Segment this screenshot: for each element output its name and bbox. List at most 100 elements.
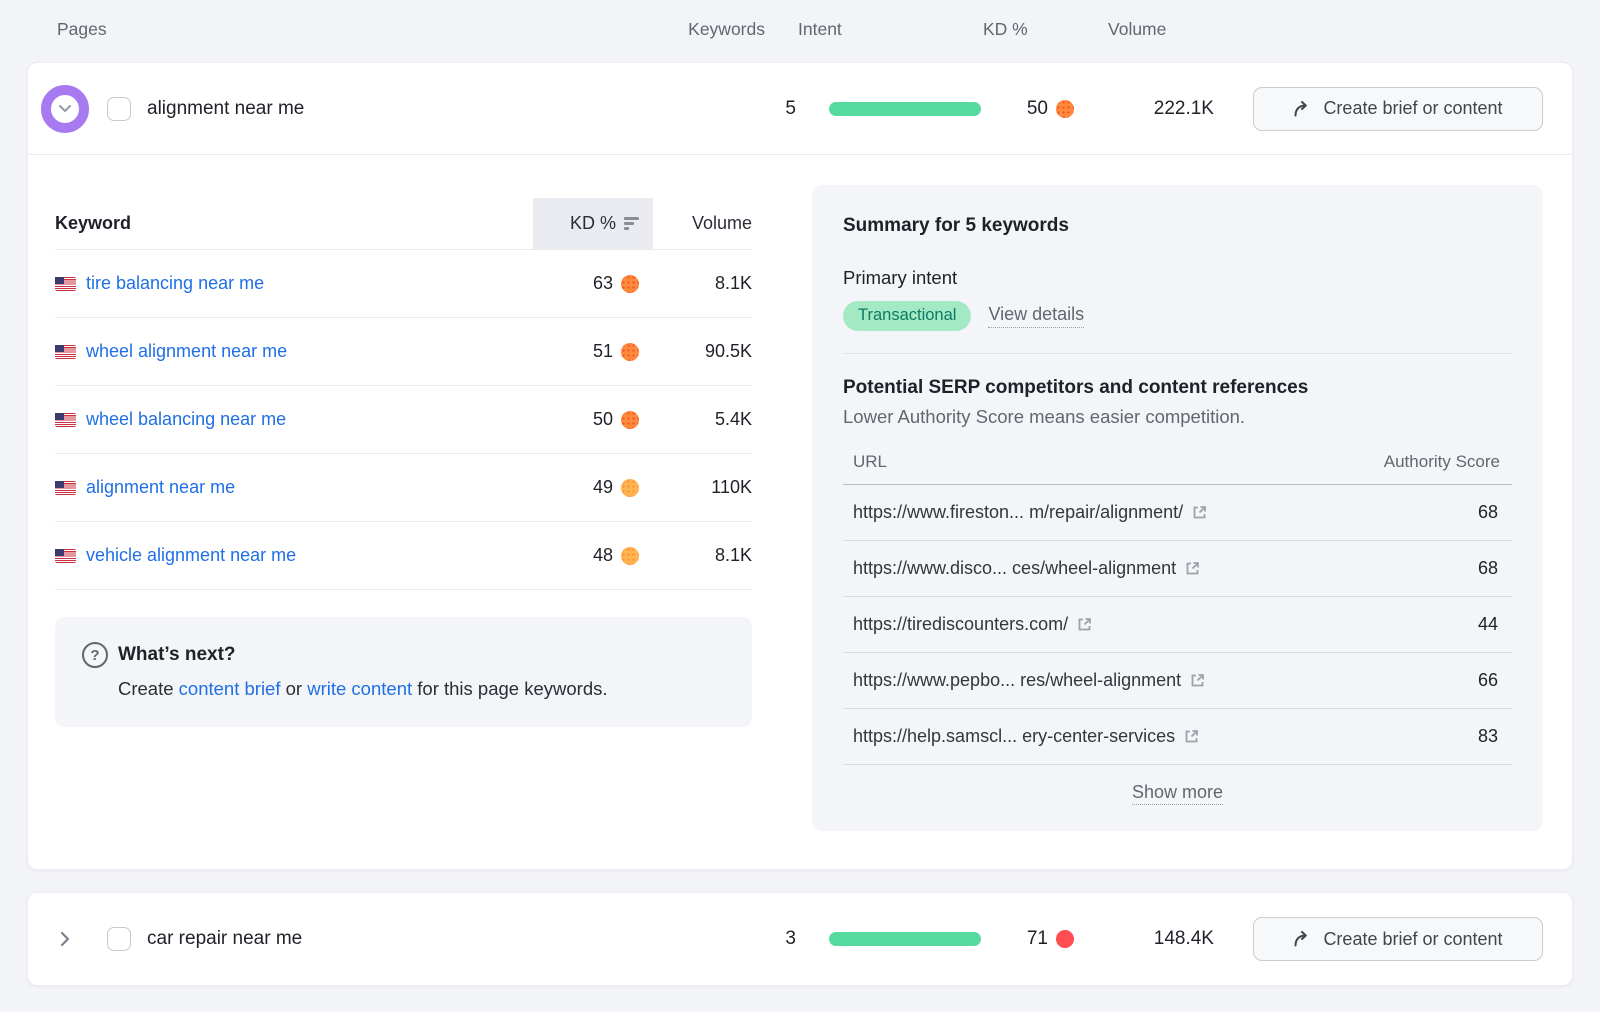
page-row-car-repair-near-me[interactable]: car repair near me 3 71 148.4K Create br…: [28, 893, 1572, 985]
competitor-row: https://www.disco... ces/wheel-alignment…: [843, 541, 1512, 597]
content-brief-link[interactable]: content brief: [179, 678, 281, 699]
competitors-title: Potential SERP competitors and content r…: [843, 377, 1512, 399]
expanded-detail-area: Keyword KD % Volume tire balancing near …: [28, 155, 1572, 867]
authority-score: 44: [1478, 614, 1498, 635]
score-column-label: Authority Score: [1384, 452, 1500, 472]
kd-difficulty-dot: [621, 275, 639, 293]
redirect-arrow-icon: [1293, 931, 1312, 947]
us-flag-icon: [55, 345, 76, 359]
summary-divider: [843, 353, 1512, 354]
collapse-row-button[interactable]: [41, 85, 89, 133]
page-name: car repair near me: [147, 928, 702, 950]
row-checkbox[interactable]: [107, 97, 131, 121]
url-column-label: URL: [853, 452, 887, 472]
competitor-url: https://www.fireston... m/repair/alignme…: [853, 502, 1183, 523]
table-column-header: Pages Keywords Intent KD % Volume: [0, 0, 1600, 62]
kd-sort-header[interactable]: KD %: [533, 198, 653, 249]
volume-value: 5.4K: [653, 409, 752, 430]
column-kd: KD %: [983, 19, 1028, 40]
kd-difficulty-dot: [1056, 930, 1074, 948]
competitor-row: https://www.pepbo... res/wheel-alignment…: [843, 653, 1512, 709]
create-brief-label: Create brief or content: [1323, 929, 1502, 950]
volume-value: 8.1K: [653, 273, 752, 294]
keyword-table: Keyword KD % Volume tire balancing near …: [55, 198, 752, 831]
kd-value: 50: [593, 409, 613, 430]
external-link-icon[interactable]: [1184, 729, 1199, 744]
keyword-row: tire balancing near me 63 8.1K: [55, 250, 752, 318]
column-volume: Volume: [1108, 19, 1166, 40]
keyword-link[interactable]: wheel alignment near me: [86, 341, 287, 362]
competitor-row: https://tirediscounters.com/ 44: [843, 597, 1512, 653]
whats-next-title: What’s next?: [118, 644, 236, 666]
kd-difficulty-dot: [621, 411, 639, 429]
competitor-row: https://www.fireston... m/repair/alignme…: [843, 485, 1512, 541]
column-intent: Intent: [798, 19, 842, 40]
keywords-count: 3: [702, 928, 796, 950]
chevron-down-icon: [58, 104, 72, 113]
whats-next-suffix: for this page keywords.: [412, 678, 607, 699]
external-link-icon[interactable]: [1190, 673, 1205, 688]
page-row-alignment-near-me[interactable]: alignment near me 5 50 222.1K Create bri…: [28, 63, 1572, 155]
whats-next-text: Create content brief or write content fo…: [118, 678, 732, 700]
volume-value: 148.4K: [1074, 928, 1214, 950]
us-flag-icon: [55, 481, 76, 495]
kd-difficulty-dot: [621, 547, 639, 565]
volume-value: 8.1K: [653, 545, 752, 566]
authority-score: 83: [1478, 726, 1498, 747]
intent-badge: Transactional: [843, 301, 971, 331]
kd-value: 50: [1027, 98, 1048, 120]
external-link-icon[interactable]: [1192, 505, 1207, 520]
competitor-row: https://help.samscl... ery-center-servic…: [843, 709, 1512, 765]
view-details-link[interactable]: View details: [988, 304, 1084, 328]
kd-difficulty-dot: [621, 479, 639, 497]
create-brief-label: Create brief or content: [1323, 98, 1502, 119]
summary-panel: Summary for 5 keywords Primary intent Tr…: [812, 185, 1543, 831]
keyword-column-label: Keyword: [55, 213, 533, 234]
keyword-link[interactable]: wheel balancing near me: [86, 409, 286, 430]
summary-title: Summary for 5 keywords: [843, 215, 1512, 237]
competitor-url: https://tirediscounters.com/: [853, 614, 1068, 635]
kd-difficulty-dot: [621, 343, 639, 361]
authority-score: 66: [1478, 670, 1498, 691]
keywords-count: 5: [702, 98, 796, 120]
keyword-row: vehicle alignment near me 48 8.1K: [55, 522, 752, 590]
authority-score: 68: [1478, 502, 1498, 523]
write-content-link[interactable]: write content: [307, 678, 412, 699]
competitor-url: https://www.pepbo... res/wheel-alignment: [853, 670, 1181, 691]
kd-value: 63: [593, 273, 613, 294]
volume-value: 90.5K: [653, 341, 752, 362]
kd-value: 48: [593, 545, 613, 566]
page-card-alignment-near-me: alignment near me 5 50 222.1K Create bri…: [27, 62, 1573, 870]
keyword-link[interactable]: alignment near me: [86, 477, 235, 498]
competitors-subtitle: Lower Authority Score means easier compe…: [843, 406, 1512, 428]
sort-descending-icon: [624, 217, 639, 230]
intent-bar: [829, 932, 981, 946]
column-pages: Pages: [57, 19, 107, 40]
keyword-link[interactable]: vehicle alignment near me: [86, 545, 296, 566]
create-brief-button[interactable]: Create brief or content: [1253, 87, 1543, 131]
chevron-right-icon: [60, 931, 70, 947]
authority-score: 68: [1478, 558, 1498, 579]
keyword-row: alignment near me 49 110K: [55, 454, 752, 522]
create-brief-button[interactable]: Create brief or content: [1253, 917, 1543, 961]
intent-bar: [829, 102, 981, 116]
external-link-icon[interactable]: [1185, 561, 1200, 576]
whats-next-middle: or: [281, 678, 308, 699]
volume-value: 110K: [653, 477, 752, 498]
keyword-link[interactable]: tire balancing near me: [86, 273, 264, 294]
kd-column-label: KD %: [570, 213, 616, 234]
question-mark-icon: ?: [82, 642, 108, 668]
us-flag-icon: [55, 413, 76, 427]
column-keywords: Keywords: [620, 19, 765, 40]
kd-value: 51: [593, 341, 613, 362]
keyword-table-header: Keyword KD % Volume: [55, 198, 752, 250]
keyword-row: wheel alignment near me 51 90.5K: [55, 318, 752, 386]
show-more-link[interactable]: Show more: [1132, 782, 1223, 805]
whats-next-prefix: Create: [118, 678, 179, 699]
expand-row-button[interactable]: [41, 915, 89, 963]
volume-value: 222.1K: [1074, 98, 1214, 120]
primary-intent-label: Primary intent: [843, 267, 1512, 289]
url-table-header: URL Authority Score: [843, 442, 1512, 485]
row-checkbox[interactable]: [107, 927, 131, 951]
external-link-icon[interactable]: [1077, 617, 1092, 632]
